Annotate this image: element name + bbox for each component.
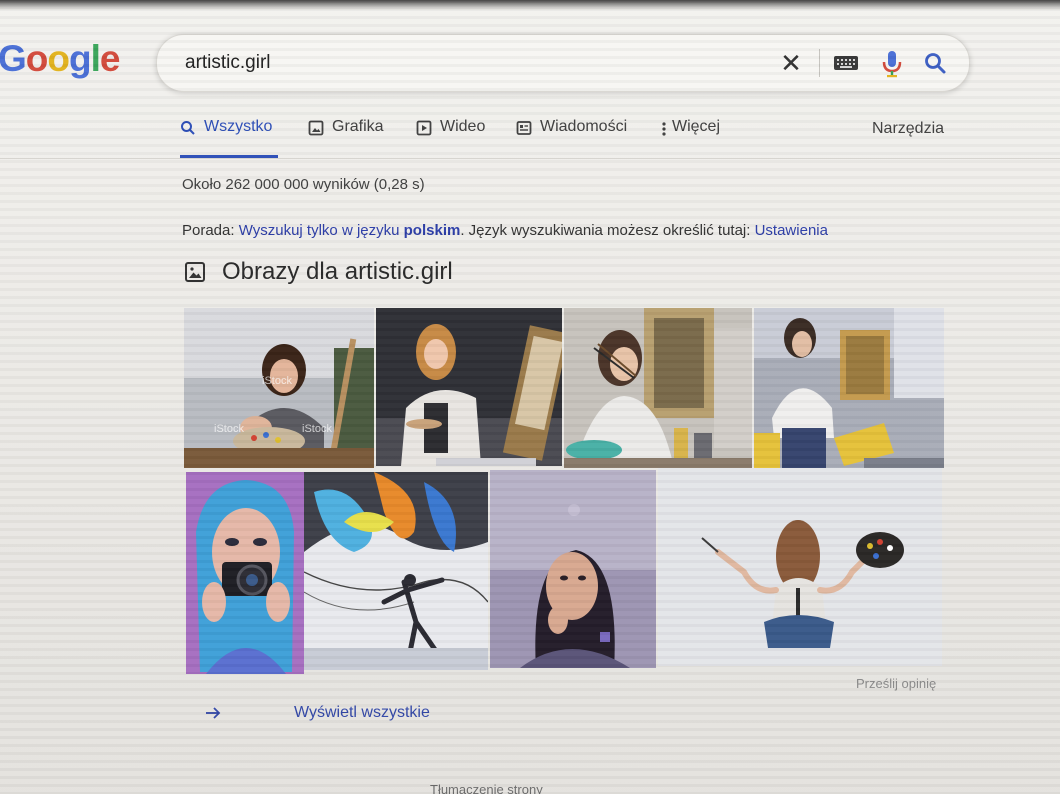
screen-bezel-shadow	[0, 0, 1060, 10]
logo-letter: g	[69, 38, 92, 79]
tab-label: Więcej	[672, 118, 721, 135]
photo-girl-with-palette: iStock iStock iStock	[184, 308, 374, 468]
tab-label: Wiadomości	[540, 118, 628, 135]
thumbnail-girl-with-palette[interactable]: iStock iStock iStock	[184, 308, 374, 468]
language-tip: Porada: Wyszukuj tylko w języku polskim.…	[182, 222, 828, 239]
thumbnail-girl-with-camera[interactable]	[186, 472, 304, 674]
tab-label: Grafika	[332, 118, 384, 135]
tab-label: Wideo	[440, 118, 486, 135]
logo-letter: G	[0, 38, 27, 79]
search-results-page: Google ✕	[0, 0, 1060, 794]
photo-girl-with-camera	[186, 472, 304, 674]
arrow-right-icon	[206, 707, 221, 719]
thumbnail-girl-painting-easel[interactable]	[376, 308, 562, 466]
images-section-title: Obrazy dla artistic.girl	[222, 258, 453, 285]
close-icon[interactable]: ✕	[777, 49, 805, 77]
photo-abstract-dancer	[304, 472, 488, 670]
search-icon	[181, 121, 195, 135]
tab-more[interactable]: Więcej	[660, 118, 720, 158]
photo-girl-back-palette	[658, 468, 942, 666]
link-bold: polskim	[403, 222, 461, 239]
link-text: Wyszukuj tylko w języku	[238, 222, 400, 239]
thumbnail-girl-back-palette[interactable]	[658, 468, 942, 666]
logo-letter: l	[90, 38, 101, 79]
search-input[interactable]	[183, 47, 747, 79]
mic-icon[interactable]	[881, 49, 903, 79]
view-all-images-link[interactable]: Wyświetl wszystkie	[204, 704, 430, 722]
images-section-header[interactable]: Obrazy dla artistic.girl	[184, 258, 453, 286]
photo-girl-portrait	[490, 470, 656, 668]
logo-letter: o	[25, 38, 49, 79]
image-icon	[185, 262, 205, 282]
thumbnail-woman-in-studio[interactable]	[754, 308, 944, 468]
image-icon	[308, 120, 324, 136]
keyboard-icon[interactable]	[833, 53, 859, 73]
view-all-label: Wyświetl wszystkie	[294, 704, 430, 721]
logo-letter: e	[99, 38, 121, 79]
news-icon	[516, 121, 532, 135]
footer-text: Tłumaczenie strony	[430, 782, 543, 794]
tab-news[interactable]: Wiadomości	[516, 118, 627, 158]
thumbnail-abstract-dancer[interactable]	[304, 472, 488, 670]
search-tabs: Wszystko Grafika Wideo Wiadomości Więcej…	[180, 118, 960, 158]
more-vert-icon	[662, 122, 666, 136]
tip-prefix: Porada:	[182, 222, 235, 239]
google-logo[interactable]: Google	[0, 38, 121, 80]
image-watermark: iStock	[214, 423, 244, 435]
search-icon[interactable]	[923, 51, 947, 75]
tab-label: Wszystko	[204, 118, 273, 135]
thumbnail-girl-portrait[interactable]	[490, 470, 656, 668]
tools-label: Narzędzia	[872, 120, 945, 137]
settings-link[interactable]: Ustawienia	[755, 222, 828, 239]
tab-images[interactable]: Grafika	[308, 118, 384, 158]
tools-button[interactable]: Narzędzia	[872, 120, 944, 160]
divider	[819, 49, 820, 77]
image-watermark: iStock	[302, 423, 332, 435]
tabs-divider	[0, 158, 1060, 159]
tip-middle: . Język wyszukiwania możesz określić tut…	[460, 222, 751, 239]
photo-woman-in-studio	[754, 308, 944, 468]
logo-letter: o	[47, 38, 70, 79]
photo-woman-holding-brushes	[564, 308, 752, 468]
search-language-link[interactable]: Wyszukuj tylko w języku polskim	[239, 222, 461, 239]
video-icon	[416, 120, 432, 136]
thumbnail-woman-holding-brushes[interactable]	[564, 308, 752, 468]
tab-all[interactable]: Wszystko	[180, 118, 278, 158]
feedback-link[interactable]: Prześlij opinię	[856, 676, 936, 691]
tab-videos[interactable]: Wideo	[416, 118, 485, 158]
search-box: ✕	[156, 34, 970, 92]
photo-girl-painting-easel	[376, 308, 562, 466]
image-watermark: iStock	[262, 375, 292, 387]
result-stats: Około 262 000 000 wyników (0,28 s)	[182, 176, 425, 193]
